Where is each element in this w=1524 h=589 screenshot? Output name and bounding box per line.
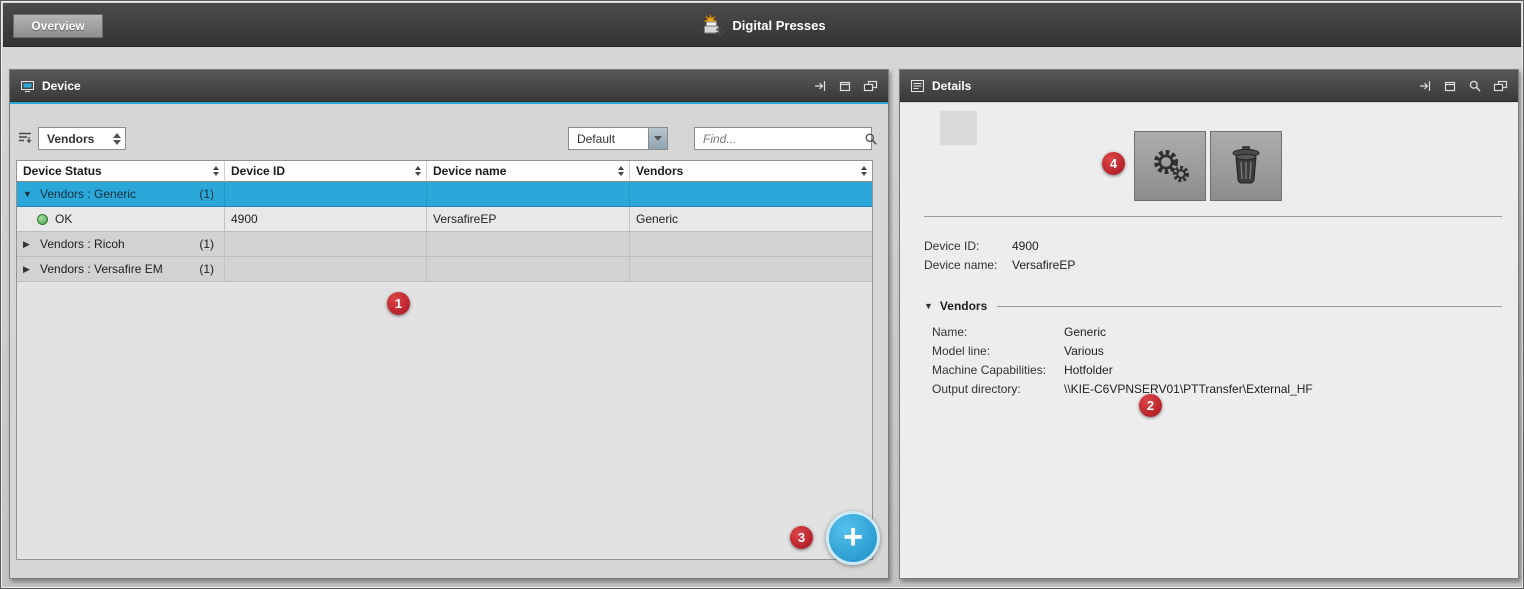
- spinner-arrows-icon: [113, 133, 121, 145]
- view-preset-value: Default: [569, 132, 615, 146]
- trash-icon: [1228, 145, 1264, 187]
- column-header-device-status[interactable]: Device Status: [17, 161, 225, 182]
- field-value: \\KIE-C6VPNSERV01\PTTransfer\External_HF: [1064, 382, 1313, 396]
- device-panel-title: Device: [42, 79, 81, 93]
- field-value: 4900: [1012, 239, 1039, 253]
- digital-presses-icon: [698, 14, 725, 37]
- field-label: Machine Capabilities:: [932, 363, 1064, 377]
- details-panel-icon: [910, 79, 925, 93]
- status-ok-icon: [37, 214, 48, 225]
- field-value: Various: [1064, 344, 1104, 358]
- device-panel-header: Device: [10, 70, 888, 102]
- table-row-group-versafire-em[interactable]: ▶ Vendors : Versafire EM (1): [17, 257, 872, 282]
- app-title-group: Digital Presses: [698, 3, 825, 47]
- group-by-dropdown[interactable]: Vendors: [38, 127, 126, 150]
- device-panel: Device Vendors: [9, 69, 889, 579]
- active-panel-accent-line: [10, 102, 888, 104]
- section-expand-icon[interactable]: ▼: [924, 301, 933, 311]
- column-header-device-name[interactable]: Device name: [427, 161, 630, 182]
- callout-badge-1: 1: [387, 292, 410, 315]
- field-label: Model line:: [932, 344, 1064, 358]
- device-panel-body: Vendors Default Device Status: [10, 105, 888, 578]
- configure-device-button[interactable]: [1134, 131, 1206, 201]
- find-box: [694, 127, 872, 150]
- field-label: Name:: [932, 325, 1064, 339]
- callout-badge-4: 4: [1102, 152, 1125, 175]
- group-count: (1): [199, 237, 218, 251]
- collapse-icon[interactable]: ▶: [23, 264, 33, 275]
- maximize-icon[interactable]: [838, 79, 852, 93]
- vendors-section-title: Vendors: [940, 299, 987, 313]
- device-table: Device Status Device ID Device name Vend…: [16, 160, 873, 560]
- view-preset-select[interactable]: Default: [568, 127, 668, 150]
- field-value: Generic: [1064, 325, 1106, 339]
- details-panel: Details: [899, 69, 1519, 579]
- field-label: Output directory:: [932, 382, 1064, 396]
- field-device-name: Device name: VersafireEP: [924, 258, 1075, 272]
- sort-icon[interactable]: [415, 166, 421, 176]
- table-row-group-ricoh[interactable]: ▶ Vendors : Ricoh (1): [17, 232, 872, 257]
- pin-icon[interactable]: [1418, 79, 1432, 93]
- vendors-cell: Generic: [630, 207, 872, 232]
- chevron-down-icon: [648, 128, 667, 149]
- app-title: Digital Presses: [732, 18, 825, 33]
- group-count: (1): [199, 262, 218, 276]
- float-window-icon[interactable]: [1493, 79, 1508, 93]
- field-label: Device ID:: [924, 239, 1012, 253]
- plus-icon: +: [843, 520, 863, 554]
- details-panel-toolbar: [1418, 79, 1508, 93]
- details-panel-title: Details: [932, 79, 971, 93]
- device-panel-icon: [20, 79, 35, 93]
- field-value: VersafireEP: [1012, 258, 1075, 272]
- pin-icon[interactable]: [813, 79, 827, 93]
- vendors-section-header: ▼ Vendors: [924, 299, 1502, 313]
- field-output-directory: Output directory: \\KIE-C6VPNSERV01\PTTr…: [932, 382, 1313, 396]
- sort-icon[interactable]: [618, 166, 624, 176]
- column-header-vendors[interactable]: Vendors: [630, 161, 872, 182]
- section-rule: [997, 306, 1502, 307]
- find-search-icon: [864, 132, 878, 146]
- callout-badge-3: 3: [790, 526, 813, 549]
- float-window-icon[interactable]: [863, 79, 878, 93]
- sort-icon[interactable]: [213, 166, 219, 176]
- field-label: Device name:: [924, 258, 1012, 272]
- column-header-device-id[interactable]: Device ID: [225, 161, 427, 182]
- top-bar: Overview Digital Presses: [3, 3, 1521, 47]
- field-vendor-name: Name: Generic: [932, 325, 1106, 339]
- device-panel-toolbar: [813, 79, 878, 93]
- field-model-line: Model line: Various: [932, 344, 1104, 358]
- group-label: Vendors : Versafire EM: [40, 262, 163, 276]
- delete-device-button[interactable]: [1210, 131, 1282, 201]
- add-device-button[interactable]: +: [826, 511, 880, 565]
- expand-icon[interactable]: ▼: [23, 189, 33, 199]
- table-row-device-4900[interactable]: OK 4900 VersafireEP Generic: [17, 207, 872, 232]
- group-by-icon: [18, 131, 33, 147]
- collapse-icon[interactable]: ▶: [23, 239, 33, 250]
- details-panel-header: Details: [900, 70, 1518, 102]
- details-panel-body: Device ID: 4900 Device name: VersafireEP…: [900, 103, 1518, 578]
- device-table-header: Device Status Device ID Device name Vend…: [17, 161, 872, 182]
- window-frame: Overview Digital Presses Device: [0, 0, 1524, 589]
- group-by-dropdown-value: Vendors: [47, 132, 94, 146]
- device-image-placeholder: [940, 111, 977, 145]
- zoom-icon[interactable]: [1468, 79, 1482, 93]
- group-label: Vendors : Ricoh: [40, 237, 125, 251]
- device-id-cell: 4900: [225, 207, 427, 232]
- group-label: Vendors : Generic: [40, 187, 136, 201]
- device-name-cell: VersafireEP: [427, 207, 630, 232]
- field-device-id: Device ID: 4900: [924, 239, 1039, 253]
- field-machine-capabilities: Machine Capabilities: Hotfolder: [932, 363, 1113, 377]
- group-count: (1): [199, 187, 218, 201]
- gears-icon: [1147, 145, 1193, 187]
- find-input[interactable]: [695, 128, 864, 149]
- field-value: Hotfolder: [1064, 363, 1113, 377]
- callout-badge-2: 2: [1139, 394, 1162, 417]
- maximize-icon[interactable]: [1443, 79, 1457, 93]
- sort-icon[interactable]: [861, 166, 867, 176]
- overview-button[interactable]: Overview: [13, 14, 103, 38]
- table-row-group-generic[interactable]: ▼ Vendors : Generic (1): [17, 182, 872, 207]
- details-separator: [924, 216, 1502, 217]
- device-status-value: OK: [55, 212, 72, 226]
